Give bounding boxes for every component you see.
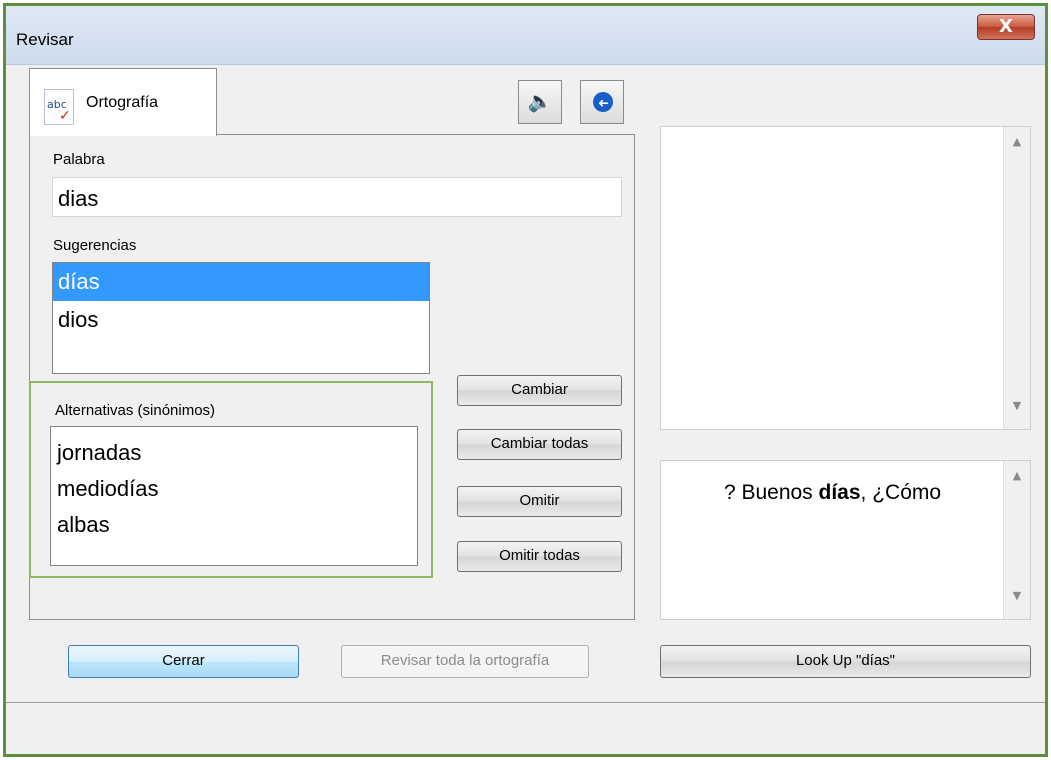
list-item[interactable]: mediodías [51, 471, 417, 507]
tab-label: Ortografía [86, 94, 159, 111]
list-item[interactable]: albas [51, 507, 417, 543]
list-item[interactable]: dios [53, 301, 429, 339]
title-bar: Revisar X [6, 6, 1045, 65]
context-scrollbar[interactable]: ▲ ▼ [1003, 461, 1030, 619]
suggestions-list[interactable]: días dios [52, 262, 430, 374]
ignore-button[interactable]: Omitir [457, 486, 622, 517]
context-pane: ? Buenos días, ¿Cómo ▲ ▼ [660, 460, 1031, 620]
word-label: Palabra [53, 151, 105, 168]
scroll-up-icon[interactable]: ▲ [1004, 135, 1030, 159]
preview-scrollbar[interactable]: ▲ ▼ [1003, 127, 1030, 429]
context-word: días [818, 481, 861, 504]
close-window-button[interactable]: X [977, 14, 1035, 40]
window-title: Revisar [16, 30, 74, 49]
list-item[interactable]: días [53, 263, 429, 301]
context-sentence: ? Buenos días, ¿Cómo [723, 481, 942, 504]
change-button[interactable]: Cambiar [457, 375, 622, 406]
alternatives-list[interactable]: jornadas mediodías albas [50, 426, 418, 566]
close-button[interactable]: Cerrar [68, 645, 299, 678]
spellcheck-icon: abc ✓ [44, 89, 74, 125]
alternatives-label: Alternativas (sinónimos) [55, 402, 216, 419]
scroll-up-icon[interactable]: ▲ [1004, 469, 1030, 493]
list-item[interactable]: jornadas [51, 435, 417, 471]
preview-pane: ▲ ▼ [660, 126, 1031, 430]
speaker-button[interactable]: 🔈 [518, 80, 562, 124]
scroll-down-icon[interactable]: ▼ [1004, 589, 1030, 613]
back-button[interactable]: ➜ [580, 80, 624, 124]
suggestions-label: Sugerencias [53, 237, 137, 254]
tab-ortografia[interactable]: abc ✓ Ortografía [29, 68, 217, 136]
check-all-spelling-button[interactable]: Revisar toda la ortografía [341, 645, 589, 678]
look-up-button[interactable]: Look Up "días" [660, 645, 1031, 678]
speaker-icon: 🔈 [527, 89, 553, 113]
ignore-all-button[interactable]: Omitir todas [457, 541, 622, 572]
status-bar [6, 702, 1045, 753]
back-arrow-icon: ➜ [593, 92, 613, 112]
scroll-down-icon[interactable]: ▼ [1004, 399, 1030, 423]
change-all-button[interactable]: Cambiar todas [457, 429, 622, 460]
word-field[interactable]: dias [52, 177, 622, 217]
